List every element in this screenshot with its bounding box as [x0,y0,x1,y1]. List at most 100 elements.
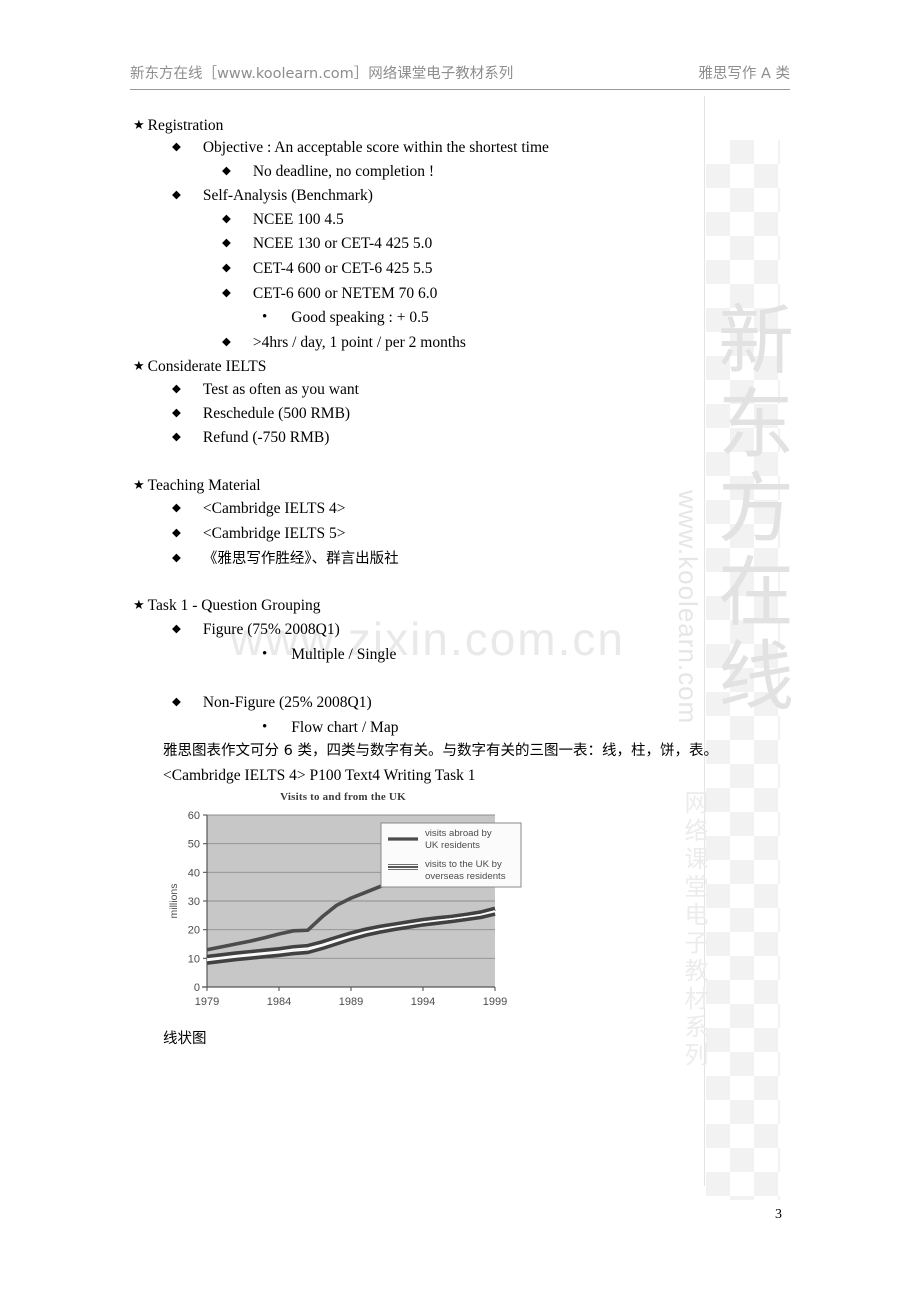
outline-item-label: CET-4 600 or CET-6 425 5.5 [252,260,433,277]
bullet-diamond-icon: ◆ [172,696,181,708]
url-watermark: www.koolearn.com [673,490,703,725]
outline-item: ◆ <Cambridge IELTS 5> [172,526,345,542]
outline-item: ★ Registration [133,118,223,134]
line-chart: Visits to and from the UK 0 10 20 30 40 50 60 m… [163,791,523,1015]
outline-item-label: Non-Figure (25% 2008Q1) [202,694,372,711]
outline-item-label: Multiple / Single [291,646,397,663]
outline-item: • Good speaking : + 0.5 [262,310,429,326]
outline-item: ★ Teaching Material [133,478,261,494]
outline-item: ◆ NCEE 100 4.5 [222,212,344,228]
source-reference-line: <Cambridge IELTS 4> P100 Text4 Writing T… [163,767,476,784]
header-divider [130,89,790,90]
outline-item-label: Registration [147,117,224,134]
chinese-note-line: 雅思图表作文可分 6 类，四类与数字有关。与数字有关的三图一表：线，柱，饼，表。 [163,743,718,759]
bullet-star-icon: ★ [133,358,145,373]
outline-item-label: NCEE 100 4.5 [252,211,344,228]
bullet-diamond-icon: ◆ [222,336,231,348]
outline-item: ◆ <Cambridge IELTS 4> [172,501,345,517]
outline-item: ◆ Self-Analysis (Benchmark) [172,188,373,204]
svg-text:millions: millions [168,883,180,918]
outline-item-label: Flow chart / Map [291,719,399,736]
outline-item: ◆ CET-6 600 or NETEM 70 6.0 [222,286,437,302]
bullet-dot-icon: • [262,646,268,662]
outline-item-label: <Cambridge IELTS 4> [202,500,346,517]
checkerboard-watermark [706,140,780,1200]
svg-text:30: 30 [188,896,200,908]
svg-text:1999: 1999 [483,996,507,1008]
outline-item: ◆ Refund (-750 RMB) [172,430,329,446]
outline-item-label: Refund (-750 RMB) [202,429,330,446]
outline-item: ◆ CET-4 600 or CET-6 425 5.5 [222,261,433,277]
bullet-diamond-icon: ◆ [222,287,231,299]
bullet-diamond-icon: ◆ [172,431,181,443]
outline-item: ◆ Test as often as you want [172,382,359,398]
bullet-diamond-icon: ◆ [222,165,231,177]
bullet-star-icon: ★ [133,477,145,492]
svg-text:overseas residents: overseas residents [425,871,506,882]
svg-text:1989: 1989 [339,996,363,1008]
outline-item: ◆ >4hrs / day, 1 point / per 2 months [222,335,466,351]
outline-item-label: Objective : An acceptable score within t… [202,139,549,156]
outline-item-label: Task 1 - Question Grouping [147,597,321,614]
brand-watermark: 新东方在线 [706,300,790,720]
bullet-diamond-icon: ◆ [172,527,181,539]
chart-caption: 线状图 [163,1031,207,1047]
svg-text:1994: 1994 [411,996,435,1008]
svg-text:0: 0 [194,982,200,994]
outline-item: ★ Considerate IELTS [133,359,266,375]
bullet-diamond-icon: ◆ [172,407,181,419]
outline-item: ★ Task 1 - Question Grouping [133,598,321,614]
outline-item-label: Considerate IELTS [147,358,267,375]
series-watermark: 网络课堂电子教材系列 [680,790,707,1070]
outline-item-label: No deadline, no completion ! [252,163,435,180]
outline-item-label: NCEE 130 or CET-4 425 5.0 [252,235,433,252]
svg-text:40: 40 [188,867,200,879]
outline-item-label: Reschedule (500 RMB) [202,405,351,422]
outline-item: ◆ No deadline, no completion ! [222,164,434,180]
chart-canvas: 0 10 20 30 40 50 60 millions 1979 1984 1989 1994 199… [168,810,522,1008]
bullet-diamond-icon: ◆ [172,552,181,564]
bullet-diamond-icon: ◆ [172,383,181,395]
outline-item-label: Teaching Material [147,477,261,494]
outline-item: ◆ Reschedule (500 RMB) [172,406,350,422]
outline-item: • Multiple / Single [262,647,396,663]
svg-text:1984: 1984 [267,996,291,1008]
outline-item: ◆ Non-Figure (25% 2008Q1) [172,695,372,711]
header-right-text: 雅思写作 A 类 [698,66,790,82]
page-number: 3 [775,1207,782,1222]
svg-text:10: 10 [188,953,200,965]
bullet-diamond-icon: ◆ [172,141,181,153]
bullet-dot-icon: • [262,719,268,735]
outline-item-label: >4hrs / day, 1 point / per 2 months [252,334,466,351]
svg-text:1979: 1979 [195,996,219,1008]
watermark-layer: 新东方在线 www.koolearn.com 网络课堂电子教材系列 www.zi… [0,0,920,1302]
outline-item-label: <Cambridge IELTS 5> [202,525,346,542]
svg-text:60: 60 [188,810,200,822]
bullet-star-icon: ★ [133,597,145,612]
watermark-vertical-rule [704,96,705,1186]
svg-text:50: 50 [188,839,200,851]
outline-item: ◆ Figure (75% 2008Q1) [172,622,340,638]
page-header: 新东方在线［www.koolearn.com］网络课堂电子教材系列 雅思写作 A… [130,62,790,83]
bullet-diamond-icon: ◆ [222,213,231,225]
outline-item: • Flow chart / Map [262,720,398,736]
svg-text:20: 20 [188,925,200,937]
outline-item-label: Good speaking : + 0.5 [291,309,429,326]
bullet-diamond-icon: ◆ [222,237,231,249]
svg-text:UK residents: UK residents [425,840,480,851]
bullet-diamond-icon: ◆ [172,502,181,514]
outline-item: ◆ Objective : An acceptable score within … [172,140,549,156]
outline-item-label: Self-Analysis (Benchmark) [202,187,373,204]
outline-item: ◆ 《雅思写作胜经》、群言出版社 [172,551,399,567]
svg-text:visits abroad by: visits abroad by [425,828,492,839]
outline-item-label: Test as often as you want [202,381,359,398]
outline-item-label: CET-6 600 or NETEM 70 6.0 [252,285,438,302]
svg-text:visits to the UK by: visits to the UK by [425,859,502,870]
outline-item-label: 《雅思写作胜经》、群言出版社 [202,551,399,567]
bullet-star-icon: ★ [133,117,145,132]
bullet-dot-icon: • [262,309,268,325]
bullet-diamond-icon: ◆ [172,189,181,201]
bullet-diamond-icon: ◆ [222,262,231,274]
outline-item-label: Figure (75% 2008Q1) [202,621,340,638]
header-left-text: 新东方在线［www.koolearn.com］网络课堂电子教材系列 [130,66,514,82]
